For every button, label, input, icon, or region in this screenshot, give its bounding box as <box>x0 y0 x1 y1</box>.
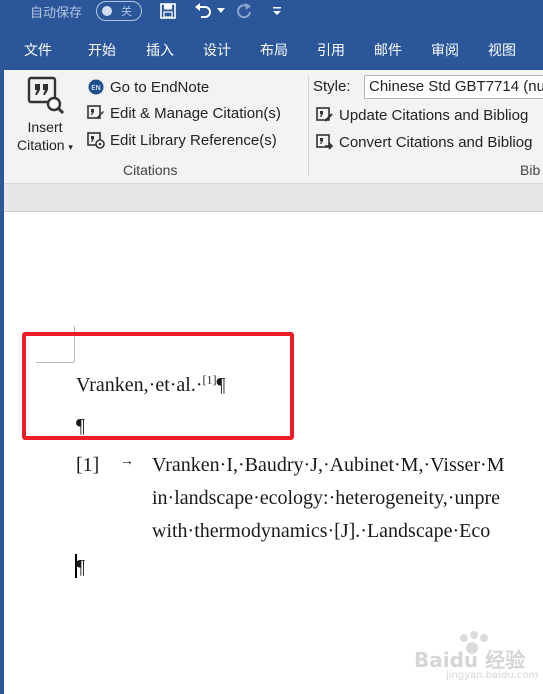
redo-icon[interactable] <box>234 0 254 22</box>
svg-text:EN: EN <box>91 84 101 92</box>
edit-citation-icon <box>86 103 106 123</box>
convert-citations-icon <box>315 132 335 152</box>
watermark-brand: Baidu 经验 <box>414 648 526 672</box>
tab-design[interactable]: 设计 <box>203 40 231 60</box>
convert-citations-label: Convert Citations and Bibliog <box>339 133 533 151</box>
convert-citations-button[interactable]: Convert Citations and Bibliog <box>315 131 532 153</box>
tab-home[interactable]: 开始 <box>88 40 116 60</box>
tab-layout[interactable]: 布局 <box>260 40 288 60</box>
ribbon-tabs: 文件 开始 插入 设计 布局 引用 邮件 审阅 视图 <box>0 30 543 70</box>
edit-manage-citations-button[interactable]: Edit & Manage Citation(s) <box>86 102 281 124</box>
undo-dropdown-icon[interactable] <box>216 0 226 22</box>
pilcrow-mark: ¶ <box>76 556 86 578</box>
edit-library-reference-button[interactable]: Edit Library Reference(s) <box>86 129 277 151</box>
customize-qat-icon[interactable] <box>270 0 284 22</box>
title-bar: 自动保存 关 <box>0 0 543 30</box>
edit-library-reference-label: Edit Library Reference(s) <box>110 131 277 149</box>
red-highlight-annotation <box>22 332 294 440</box>
toggle-knob <box>102 6 112 16</box>
endnote-icon: EN <box>86 77 106 97</box>
reference-line-3: with·thermodynamics·[J].·Landscape·Eco <box>152 520 491 542</box>
insert-citation-icon <box>25 76 65 116</box>
edit-manage-citations-label: Edit & Manage Citation(s) <box>110 104 281 122</box>
watermark-url: jingyan.baidu.com <box>446 670 539 681</box>
tab-references[interactable]: 引用 <box>317 40 345 60</box>
save-icon[interactable] <box>158 0 178 22</box>
tab-mailings[interactable]: 邮件 <box>374 40 402 60</box>
tab-insert[interactable]: 插入 <box>146 40 174 60</box>
autosave-state: 关 <box>121 5 132 18</box>
tab-file[interactable]: 文件 <box>24 40 52 60</box>
update-citations-icon <box>315 105 335 125</box>
insert-citation-label-line2: Citation ▾ <box>17 137 73 153</box>
tab-review[interactable]: 审阅 <box>431 40 459 60</box>
update-citations-label: Update Citations and Bibliog <box>339 106 529 124</box>
tab-view[interactable]: 视图 <box>488 40 516 60</box>
undo-icon[interactable] <box>192 0 214 22</box>
final-paragraph[interactable]: ¶ <box>76 556 85 579</box>
reference-line-1: Vranken·I,·Baudry·J,·Aubinet·M,·Visser·M <box>152 454 505 476</box>
chevron-down-icon: ▾ <box>68 142 73 152</box>
autosave-label: 自动保存 <box>30 6 83 21</box>
update-citations-button[interactable]: Update Citations and Bibliog <box>315 104 528 126</box>
ruler-area <box>4 184 543 212</box>
document-page[interactable] <box>4 212 543 694</box>
reference-line-2: in·landscape·ecology:·heterogeneity,·unp… <box>152 487 500 509</box>
baidu-watermark: Baidu 经验 jingyan.baidu.com <box>406 630 539 690</box>
bibliography-group-label: Bib <box>520 162 541 178</box>
reference-number: [1] <box>76 454 100 476</box>
group-separator <box>308 76 309 176</box>
edit-library-icon <box>86 130 106 150</box>
autosave-toggle[interactable]: 关 <box>96 1 142 21</box>
style-label: Style: <box>313 78 351 95</box>
style-dropdown[interactable]: Chinese Std GBT7714 (nu <box>364 75 543 99</box>
insert-citation-button[interactable]: Insert Citation ▾ <box>8 76 82 160</box>
insert-citation-label-line1: Insert <box>27 119 63 135</box>
go-to-endnote-label: Go to EndNote <box>110 78 210 96</box>
tab-arrow-mark: → <box>120 454 134 469</box>
citations-group-label: Citations <box>123 162 178 178</box>
go-to-endnote-button[interactable]: EN Go to EndNote <box>86 76 209 98</box>
